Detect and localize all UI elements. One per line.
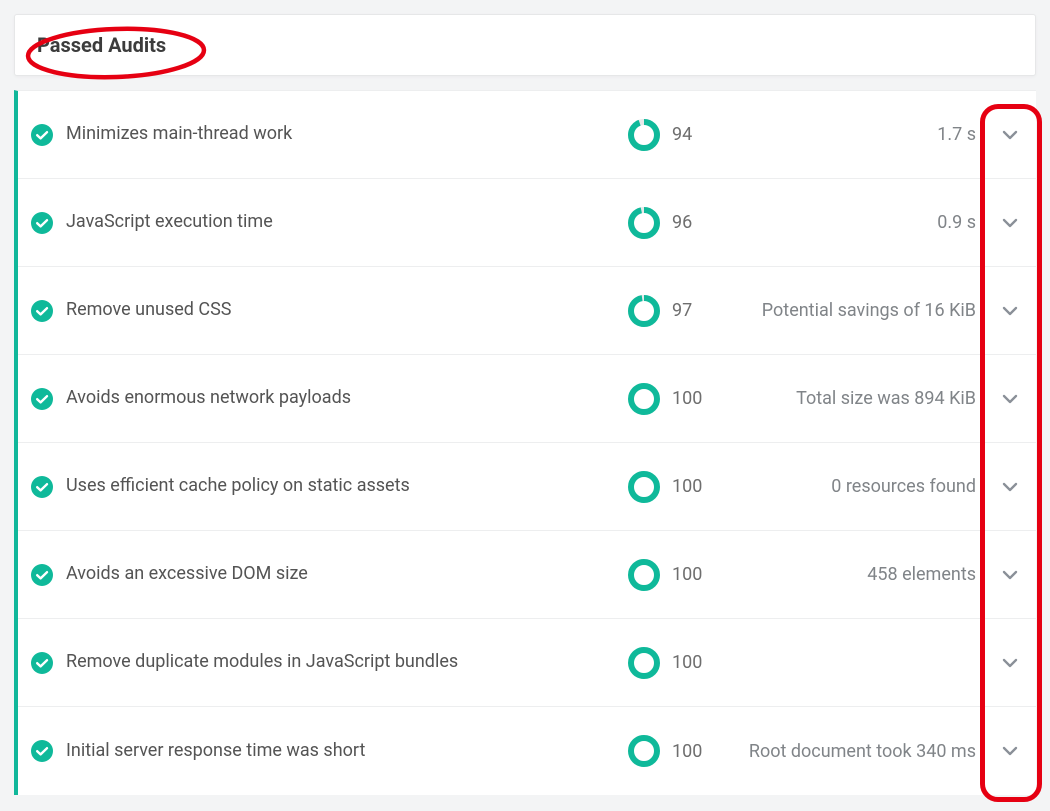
audit-detail: 1.7 s	[724, 124, 984, 145]
expand-button[interactable]	[995, 296, 1025, 326]
audit-score: 100	[666, 476, 724, 497]
audit-row[interactable]: Minimizes main-thread work 94 1.7 s	[18, 91, 1036, 179]
chevron-down-icon	[1001, 742, 1019, 760]
chevron-down-icon	[1001, 478, 1019, 496]
audit-row[interactable]: Uses efficient cache policy on static as…	[18, 443, 1036, 531]
expand-button[interactable]	[995, 120, 1025, 150]
score-gauge-icon	[627, 646, 661, 680]
audit-title: Remove duplicate modules in JavaScript b…	[66, 650, 622, 674]
expand-button[interactable]	[995, 648, 1025, 678]
chevron-down-icon	[1001, 214, 1019, 232]
check-circle-icon	[31, 300, 53, 322]
expand-button[interactable]	[995, 560, 1025, 590]
score-gauge-icon	[627, 558, 661, 592]
chevron-down-icon	[1001, 654, 1019, 672]
expand-button[interactable]	[995, 384, 1025, 414]
audit-title: Avoids an excessive DOM size	[66, 562, 622, 586]
passed-audits-list: Minimizes main-thread work 94 1.7 s Java…	[14, 90, 1036, 795]
passed-audits-header: Passed Audits	[14, 14, 1036, 76]
audit-score: 94	[666, 124, 724, 145]
check-circle-icon	[31, 212, 53, 234]
audit-score: 96	[666, 212, 724, 233]
audit-row[interactable]: Avoids an excessive DOM size 100 458 ele…	[18, 531, 1036, 619]
audit-title: Uses efficient cache policy on static as…	[66, 474, 622, 498]
audit-score: 100	[666, 388, 724, 409]
score-gauge-icon	[627, 382, 661, 416]
chevron-down-icon	[1001, 302, 1019, 320]
audit-title: JavaScript execution time	[66, 210, 622, 234]
expand-button[interactable]	[995, 208, 1025, 238]
score-gauge-icon	[627, 734, 661, 768]
expand-button[interactable]	[995, 472, 1025, 502]
check-circle-icon	[31, 476, 53, 498]
audit-score: 97	[666, 300, 724, 321]
audit-row[interactable]: Remove unused CSS 97 Potential savings o…	[18, 267, 1036, 355]
audit-score: 100	[666, 741, 724, 762]
chevron-down-icon	[1001, 390, 1019, 408]
audit-detail: 0.9 s	[724, 212, 984, 233]
audit-score: 100	[666, 652, 724, 673]
audit-detail: Potential savings of 16 KiB	[724, 300, 984, 321]
audit-title: Avoids enormous network payloads	[66, 386, 622, 410]
check-circle-icon	[31, 388, 53, 410]
chevron-down-icon	[1001, 566, 1019, 584]
audit-score: 100	[666, 564, 724, 585]
check-circle-icon	[31, 124, 53, 146]
audit-row[interactable]: JavaScript execution time 96 0.9 s	[18, 179, 1036, 267]
audit-title: Minimizes main-thread work	[66, 122, 622, 146]
audit-row[interactable]: Avoids enormous network payloads 100 Tot…	[18, 355, 1036, 443]
check-circle-icon	[31, 564, 53, 586]
audit-title: Remove unused CSS	[66, 298, 622, 322]
audit-detail: Root document took 340 ms	[724, 741, 984, 762]
audit-detail: 0 resources found	[724, 476, 984, 497]
score-gauge-icon	[627, 294, 661, 328]
check-circle-icon	[31, 740, 53, 762]
chevron-down-icon	[1001, 126, 1019, 144]
audit-detail: 458 elements	[724, 564, 984, 585]
expand-button[interactable]	[995, 736, 1025, 766]
section-title: Passed Audits	[37, 33, 166, 57]
audit-row[interactable]: Initial server response time was short 1…	[18, 707, 1036, 795]
audit-title: Initial server response time was short	[66, 739, 622, 763]
audit-detail: Total size was 894 KiB	[724, 388, 984, 409]
score-gauge-icon	[627, 118, 661, 152]
score-gauge-icon	[627, 470, 661, 504]
score-gauge-icon	[627, 206, 661, 240]
check-circle-icon	[31, 652, 53, 674]
audit-row[interactable]: Remove duplicate modules in JavaScript b…	[18, 619, 1036, 707]
